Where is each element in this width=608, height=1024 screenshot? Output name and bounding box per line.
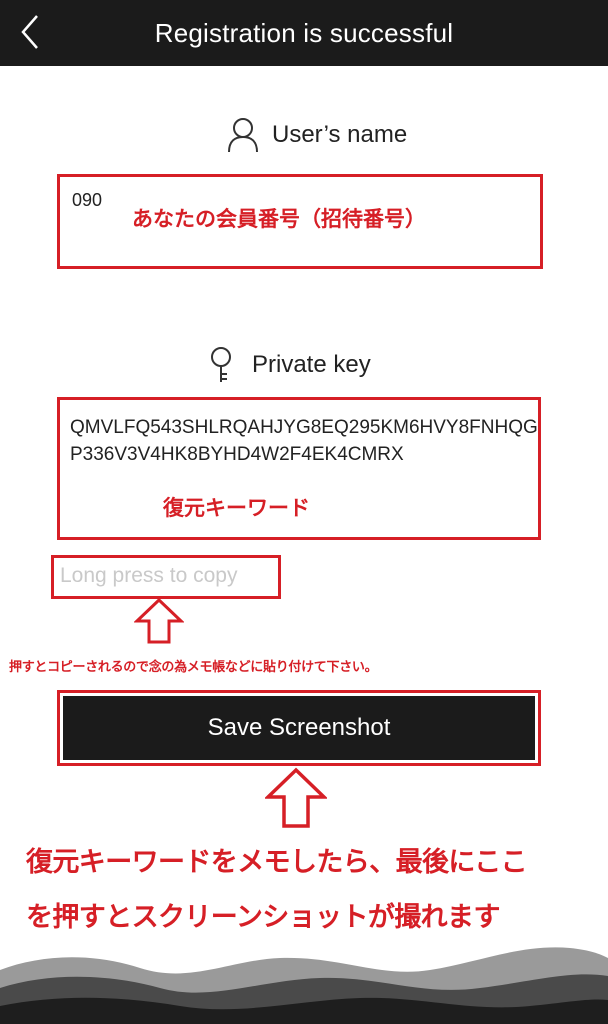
private-key-label-row: Private key <box>206 346 371 384</box>
save-button-highlight: Save Screenshot <box>57 690 541 766</box>
private-key-label: Private key <box>252 351 371 378</box>
save-screenshot-button[interactable]: Save Screenshot <box>63 696 535 760</box>
user-name-label: User’s name <box>272 121 408 148</box>
member-number-annotation: あなたの会員番号（招待番号） <box>132 207 426 231</box>
instruction-line-1: 復元キーワードをメモしたら、最後にここ <box>26 847 528 878</box>
private-key-box[interactable]: QMVLFQ543SHLRQAHJYG8EQ295KM6HVY8FNHQGP33… <box>57 397 541 540</box>
back-button[interactable] <box>12 10 48 54</box>
instruction-line-2: を押すとスクリーンショットが撮れます <box>26 902 500 933</box>
user-name-box[interactable]: 090 あなたの会員番号（招待番号） <box>57 174 543 269</box>
key-icon <box>206 346 240 384</box>
user-name-label-row: User’s name <box>226 116 407 154</box>
up-arrow-icon <box>134 597 184 644</box>
recovery-keyword-annotation: 復元キーワード <box>163 496 310 520</box>
title-bar: Registration is successful <box>0 0 608 66</box>
up-arrow-icon <box>265 767 327 828</box>
user-name-value: 090 <box>72 190 103 210</box>
copy-instruction-note: 押すとコピーされるので念の為メモ帳などに貼り付けて下さい。 <box>9 660 378 675</box>
chevron-left-icon <box>21 15 38 49</box>
decorative-waves <box>0 947 608 1024</box>
user-icon <box>226 116 260 154</box>
copy-hint-box: Long press to copy <box>51 555 281 599</box>
copy-hint-text: Long press to copy <box>60 564 238 587</box>
private-key-value[interactable]: QMVLFQ543SHLRQAHJYG8EQ295KM6HVY8FNHQGP33… <box>70 414 540 468</box>
page-title: Registration is successful <box>154 17 454 48</box>
